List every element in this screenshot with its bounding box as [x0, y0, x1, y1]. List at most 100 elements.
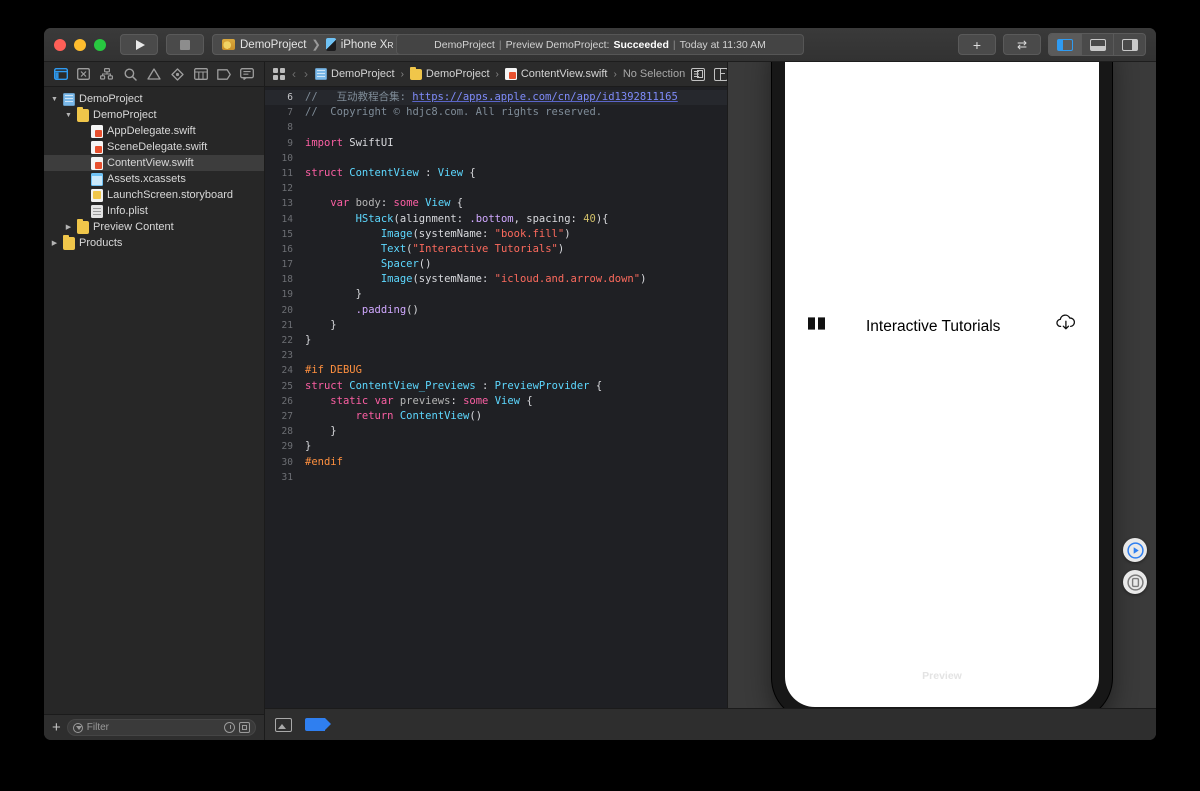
toggle-debug-area-button[interactable] [1081, 34, 1113, 55]
recent-files-icon[interactable] [224, 722, 235, 733]
breakpoint-navigator-icon[interactable] [215, 67, 232, 82]
filter-field[interactable]: Filter [66, 719, 256, 736]
tree-item-demoproject[interactable]: ▼ DemoProject [44, 107, 264, 123]
code-line[interactable]: 28 } [265, 424, 727, 439]
related-items-icon[interactable] [273, 68, 285, 80]
code-line[interactable]: 30 #endif [265, 455, 727, 470]
status-bar[interactable]: DemoProject | Preview DemoProject: Succe… [396, 34, 804, 55]
code-line[interactable]: 21 } [265, 318, 727, 333]
code-line[interactable]: 20 .padding() [265, 303, 727, 318]
disclosure-triangle-open-icon[interactable]: ▼ [64, 112, 73, 119]
code-editor[interactable]: 6 // 互动教程合集: https://apps.apple.com/cn/ap… [265, 87, 727, 740]
test-navigator-icon[interactable] [169, 67, 186, 82]
line-number: 20 [281, 304, 293, 316]
report-navigator-icon[interactable] [239, 67, 256, 82]
code-line[interactable]: 8 [265, 120, 727, 135]
add-editor-button[interactable]: + [958, 34, 996, 55]
code-line[interactable]: 29} [265, 439, 727, 454]
token-pl: ){ [595, 212, 609, 225]
source-control-navigator-icon[interactable] [75, 67, 92, 82]
token-pl: ) [564, 227, 571, 240]
token-pl: } [305, 288, 362, 301]
source-code[interactable]: 6 // 互动教程合集: https://apps.apple.com/cn/ap… [265, 87, 727, 740]
code-line[interactable]: 24 #if DEBUG [265, 363, 727, 378]
maximize-button[interactable] [94, 38, 106, 51]
line-number: 17 [281, 259, 293, 271]
code-line[interactable]: 9 import SwiftUI [265, 136, 727, 151]
code-line[interactable]: 19 } [265, 287, 727, 302]
preview-canvas: Interactive Tutorials Preview [727, 62, 1156, 740]
token-ty: PreviewProvider [494, 379, 590, 392]
disclosure-triangle-closed-icon[interactable]: ▶ [64, 223, 73, 231]
tree-item-launchscreen-storyboard[interactable]: LaunchScreen.storyboard [44, 187, 264, 203]
add-file-button[interactable]: + [52, 720, 61, 735]
live-preview-button[interactable] [1123, 538, 1147, 562]
project-navigator-icon[interactable] [52, 67, 69, 82]
code-line[interactable]: 18 Image(systemName: "icloud.and.arrow.d… [265, 272, 727, 287]
forward-button[interactable]: › [303, 67, 309, 81]
code-line[interactable]: 16 Text("Interactive Tutorials") [265, 242, 727, 257]
media-library-button[interactable] [275, 717, 292, 732]
code-line[interactable]: 22} [265, 333, 727, 348]
debug-preview-button[interactable] [1123, 570, 1147, 594]
source-control-filter-icon[interactable] [239, 722, 250, 733]
line-source: // 互动教程合集: https://apps.apple.com/cn/app… [301, 90, 678, 105]
code-line[interactable]: 25 struct ContentView_Previews : PreviewP… [265, 379, 727, 394]
code-line[interactable]: 15 Image(systemName: "book.fill") [265, 227, 727, 242]
code-line[interactable]: 6 // 互动教程合集: https://apps.apple.com/cn/ap… [265, 90, 727, 106]
line-source: struct ContentView : View { [301, 166, 476, 181]
book-fill-icon [807, 316, 826, 336]
code-line[interactable]: 17 Spacer() [265, 257, 727, 272]
code-line[interactable]: 10 [265, 151, 727, 166]
tree-item-preview-content[interactable]: ▶ Preview Content [44, 219, 264, 235]
token-kw: struct [305, 166, 343, 179]
run-button[interactable] [120, 34, 158, 55]
back-button[interactable]: ‹ [291, 67, 297, 81]
stop-button[interactable] [166, 34, 204, 55]
disclosure-triangle-closed-icon[interactable]: ▶ [50, 239, 59, 247]
code-line[interactable]: 23 [265, 348, 727, 363]
disclosure-triangle-open-icon[interactable]: ▼ [50, 96, 59, 103]
toggle-navigator-button[interactable] [1049, 34, 1081, 55]
breadcrumb-item-2[interactable]: ContentView.swift [521, 68, 608, 80]
code-line[interactable]: 31 [265, 470, 727, 485]
token-pl: { [450, 197, 464, 210]
code-line[interactable]: 7 // Copyright © hdjc8.com. All rights re… [265, 105, 727, 120]
editor-options-button[interactable]: ⇄ [1003, 34, 1041, 55]
tree-item-info-plist[interactable]: Info.plist [44, 203, 264, 219]
toggle-inspector-button[interactable] [1113, 34, 1145, 55]
device-screen[interactable]: Interactive Tutorials [785, 62, 1099, 707]
filter-icon [72, 722, 83, 733]
scheme-selector[interactable]: DemoProject ❯ iPhone XR [212, 34, 404, 55]
token-kw: some [393, 197, 419, 210]
minimize-button[interactable] [74, 38, 86, 51]
breadcrumb-item-3[interactable]: No Selection [623, 68, 685, 80]
token-pp: #if [305, 364, 324, 377]
breadcrumb-item-0[interactable]: DemoProject [331, 68, 395, 80]
tree-item-contentview-swift[interactable]: ContentView.swift [44, 155, 264, 171]
code-line[interactable]: 13 var body: some View { [265, 196, 727, 211]
tree-item-scenedelegate-swift[interactable]: SceneDelegate.swift [44, 139, 264, 155]
status-sep-2: | [672, 38, 676, 51]
token-url[interactable]: https://apps.apple.com/cn/app/id13928111… [412, 91, 678, 103]
tree-item-demoproject[interactable]: ▼ DemoProject [44, 91, 264, 107]
symbol-navigator-icon[interactable] [99, 67, 116, 82]
tree-item-appdelegate-swift[interactable]: AppDelegate.swift [44, 123, 264, 139]
code-line[interactable]: 11 struct ContentView : View { [265, 166, 727, 181]
code-line[interactable]: 27 return ContentView() [265, 409, 727, 424]
tree-item-assets-xcassets[interactable]: Assets.xcassets [44, 171, 264, 187]
close-button[interactable] [54, 38, 66, 51]
window-controls [54, 38, 106, 51]
issue-navigator-icon[interactable] [145, 67, 162, 82]
token-pl: () [418, 258, 432, 271]
canvas-area[interactable]: Interactive Tutorials Preview [728, 62, 1156, 710]
code-line[interactable]: 12 [265, 181, 727, 196]
breakpoint-indicator[interactable] [305, 718, 331, 731]
find-navigator-icon[interactable] [122, 67, 139, 82]
debug-navigator-icon[interactable] [192, 67, 209, 82]
minimap-toggle-icon[interactable] [691, 67, 706, 81]
code-line[interactable]: 26 static var previews: some View { [265, 394, 727, 409]
code-line[interactable]: 14 HStack(alignment: .bottom, spacing: 4… [265, 212, 727, 227]
tree-item-products[interactable]: ▶ Products [44, 235, 264, 251]
breadcrumb-item-1[interactable]: DemoProject [426, 68, 490, 80]
